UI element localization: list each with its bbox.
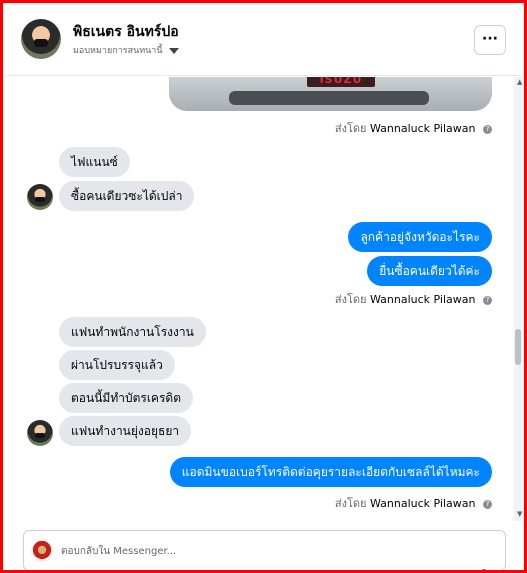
- incoming-message[interactable]: ไฟแนนซ์: [59, 147, 130, 177]
- reply-placeholder: ตอบกลับใน Messenger...: [61, 546, 177, 557]
- scroll-up-arrow-icon[interactable]: ▲: [517, 78, 522, 86]
- scrollbar-thumb[interactable]: [515, 329, 521, 365]
- more-options-icon: ···: [482, 31, 498, 47]
- contact-avatar-small: [27, 420, 53, 446]
- assign-conversation-dropdown[interactable]: มอบหมายการสนทนานี้: [73, 43, 180, 57]
- incoming-message[interactable]: ผ่านโปรบรรจุแล้ว: [59, 350, 175, 380]
- info-icon[interactable]: ?: [483, 124, 492, 134]
- sent-by-label: ส่งโดย Wannaluck Pilawan ?: [335, 290, 492, 308]
- scroll-down-arrow-icon[interactable]: ▼: [517, 510, 522, 518]
- page-avatar: [31, 540, 53, 562]
- message-list: ISUZU ส่งโดย Wannaluck Pilawan ? ไฟแนนซ์…: [6, 77, 514, 521]
- contact-avatar[interactable]: [21, 19, 61, 59]
- more-options-button[interactable]: ···: [474, 25, 506, 55]
- info-icon[interactable]: ?: [483, 499, 492, 509]
- sent-by-label: ส่งโดย Wannaluck Pilawan ?: [335, 119, 492, 137]
- incoming-message[interactable]: แฟนทำพนักงานโรงงาน: [59, 317, 206, 347]
- incoming-message[interactable]: ตอนนี้มีทำบัตรเครดิต: [59, 383, 193, 413]
- conversation-header: พิธเนตร อินทร์ปอ มอบหมายการสนทนานี้ ···: [6, 6, 522, 76]
- outgoing-message[interactable]: แอดมินขอเบอร์โทรติดต่อคุยรายละเอียดกับเซ…: [169, 457, 492, 487]
- car-logo-text: ISUZU: [307, 77, 375, 87]
- chat-scrollbar[interactable]: [514, 77, 522, 521]
- outgoing-message[interactable]: ลูกค้าอยู่จังหวัดอะไรคะ: [348, 222, 492, 252]
- reply-input[interactable]: ตอบกลับใน Messenger...: [23, 530, 506, 570]
- contact-avatar-small: [27, 184, 53, 210]
- sent-by-author: Wannaluck Pilawan: [370, 293, 476, 306]
- incoming-message[interactable]: แฟนทำงานยุ่งอยุธยา: [59, 416, 192, 446]
- car-bumper-shape: [229, 91, 429, 105]
- car-photo-attachment[interactable]: ISUZU: [169, 77, 492, 111]
- incoming-message[interactable]: ซื้อคนเดียวซะได้เปล่า: [59, 181, 195, 211]
- sent-by-author: Wannaluck Pilawan: [370, 497, 476, 510]
- assign-conversation-label: มอบหมายการสนทนานี้: [73, 46, 163, 56]
- reply-composer: ตอบกลับใน Messenger...: [6, 522, 524, 570]
- caret-down-icon: [169, 47, 180, 54]
- messenger-window: พิธเนตร อินทร์ปอ มอบหมายการสนทนานี้ ··· …: [0, 0, 527, 573]
- notification-dot: [481, 569, 487, 570]
- sent-by-label: ส่งโดย Wannaluck Pilawan ?: [335, 494, 492, 512]
- sent-by-author: Wannaluck Pilawan: [370, 122, 476, 135]
- outgoing-message[interactable]: ยื่นซื้อคนเดียวได้ค่ะ: [367, 256, 492, 286]
- info-icon[interactable]: ?: [483, 295, 492, 305]
- contact-name[interactable]: พิธเนตร อินทร์ปอ: [73, 21, 179, 43]
